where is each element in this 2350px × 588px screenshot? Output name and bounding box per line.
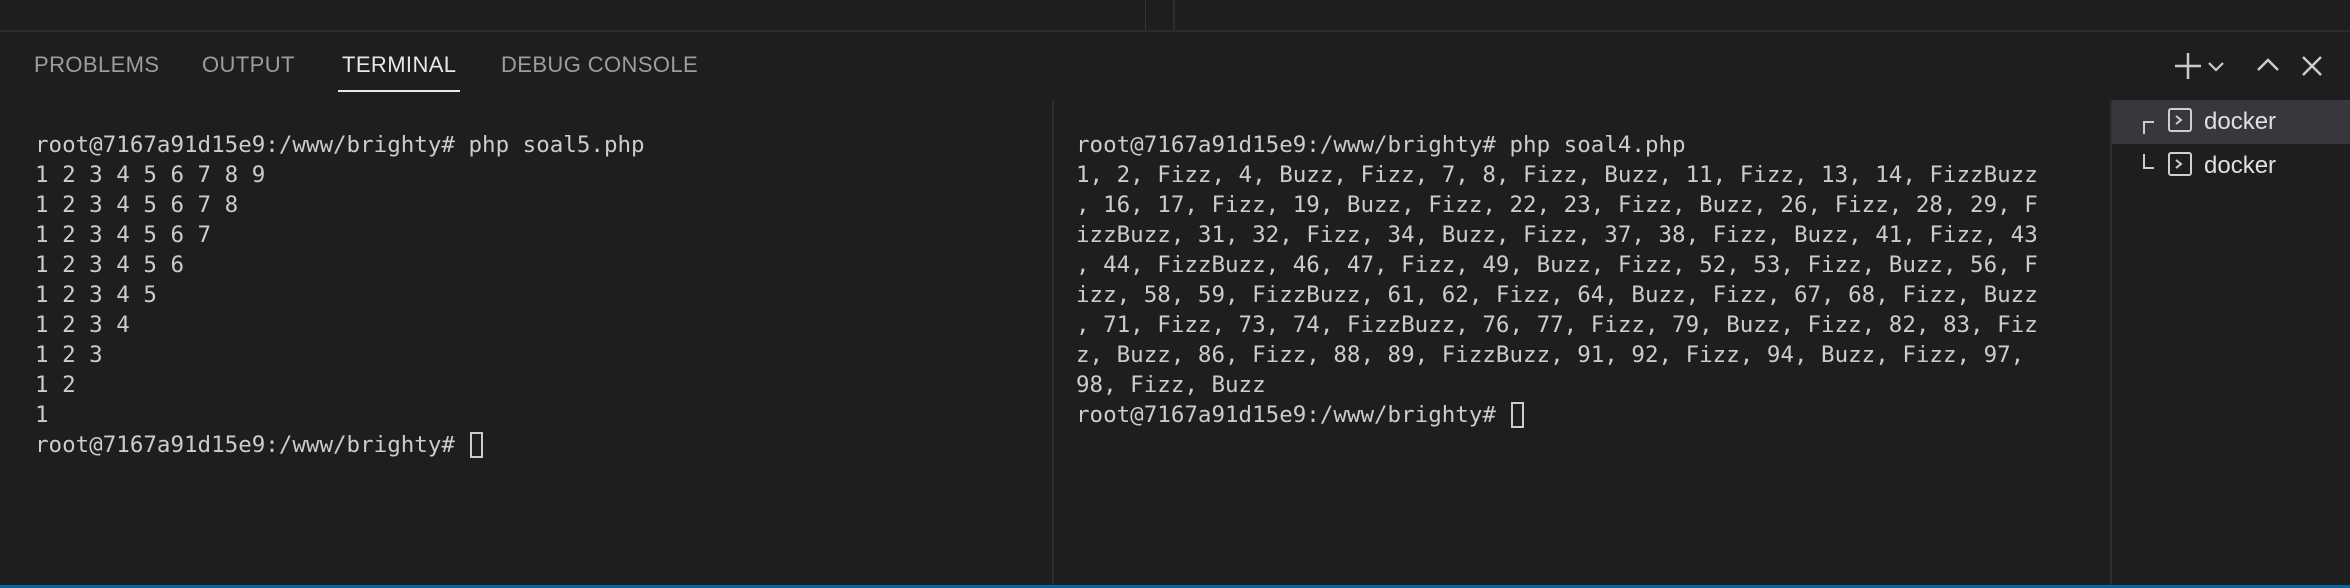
terminal-line: 1 2 3 bbox=[35, 342, 103, 368]
terminal-line: 98, Fizz, Buzz bbox=[1076, 372, 1266, 398]
terminal-prompt-line: root@7167a91d15e9:/www/brighty# bbox=[35, 430, 1035, 460]
terminal-prompt: root@7167a91d15e9:/www/brighty# bbox=[1076, 402, 1510, 428]
terminal-list-item-docker-2[interactable]: docker bbox=[2112, 144, 2350, 188]
terminal-icon bbox=[2168, 108, 2192, 132]
terminal-line: root@7167a91d15e9:/www/brighty# php soal… bbox=[35, 132, 645, 158]
editor-area-strip bbox=[0, 0, 2350, 32]
terminal-line: 1, 2, Fizz, 4, Buzz, Fizz, 7, 8, Fizz, B… bbox=[1076, 162, 2038, 188]
new-terminal-button[interactable] bbox=[2170, 48, 2206, 84]
terminal-line: 1 2 3 4 5 bbox=[35, 282, 157, 308]
terminal-line: 1 2 3 4 5 6 7 bbox=[35, 222, 212, 248]
chevron-up-icon bbox=[2257, 58, 2279, 71]
terminal-icon bbox=[2168, 152, 2192, 176]
terminal-line: izz, 58, 59, FizzBuzz, 61, 62, Fizz, 64,… bbox=[1076, 282, 2038, 308]
terminal-line: 1 2 3 4 bbox=[35, 312, 130, 338]
editor-divider bbox=[1145, 0, 1146, 30]
terminal-left[interactable]: root@7167a91d15e9:/www/brighty# php soal… bbox=[35, 130, 1035, 584]
terminal-dropdown-button[interactable] bbox=[2204, 48, 2228, 84]
terminal-split-divider[interactable] bbox=[1052, 100, 1054, 588]
terminal-line: , 71, Fizz, 73, 74, FizzBuzz, 76, 77, Fi… bbox=[1076, 312, 2038, 338]
close-icon bbox=[2302, 56, 2322, 76]
terminal-line: 1 2 3 4 5 6 bbox=[35, 252, 185, 278]
tree-top-connector-icon bbox=[2143, 121, 2154, 134]
terminal-list-item-docker-1[interactable]: docker bbox=[2112, 100, 2350, 144]
terminal-line: , 16, 17, Fizz, 19, Buzz, Fizz, 22, 23, … bbox=[1076, 192, 2038, 218]
terminal-line: 1 2 bbox=[35, 372, 76, 398]
terminal-line: 1 2 3 4 5 6 7 8 9 bbox=[35, 162, 266, 188]
terminal-prompt: root@7167a91d15e9:/www/brighty# bbox=[35, 432, 469, 458]
terminal-line: 1 bbox=[35, 402, 49, 428]
terminal-line: izzBuzz, 31, 32, Fizz, 34, Buzz, Fizz, 3… bbox=[1076, 222, 2038, 248]
tab-output[interactable]: OUTPUT bbox=[202, 54, 295, 100]
panel-tab-bar: PROBLEMS OUTPUT TERMINAL DEBUG CONSOLE bbox=[0, 32, 2350, 102]
terminal-list-label: docker bbox=[2204, 108, 2277, 135]
terminal-line: , 44, FizzBuzz, 46, 47, Fizz, 49, Buzz, … bbox=[1076, 252, 2038, 278]
editor-group-divider[interactable] bbox=[1173, 0, 1175, 30]
tab-debug-console[interactable]: DEBUG CONSOLE bbox=[501, 54, 698, 100]
terminal-list-label: docker bbox=[2204, 152, 2277, 179]
terminal-right[interactable]: root@7167a91d15e9:/www/brighty# php soal… bbox=[1076, 130, 2076, 584]
terminal-cursor bbox=[470, 432, 484, 458]
plus-icon bbox=[2175, 53, 2201, 79]
chevron-down-icon bbox=[2208, 62, 2224, 72]
tree-bottom-connector-icon bbox=[2143, 154, 2154, 169]
terminal-line: 1 2 3 4 5 6 7 8 bbox=[35, 192, 239, 218]
terminal-list: docker docker bbox=[2112, 100, 2350, 588]
maximize-panel-button[interactable] bbox=[2250, 48, 2286, 84]
close-panel-button[interactable] bbox=[2294, 48, 2330, 84]
terminal-line: root@7167a91d15e9:/www/brighty# php soal… bbox=[1076, 132, 1686, 158]
terminal-cursor bbox=[1511, 402, 1525, 428]
terminal-prompt-line: root@7167a91d15e9:/www/brighty# bbox=[1076, 400, 2076, 430]
tab-terminal[interactable]: TERMINAL bbox=[337, 54, 461, 100]
terminal-line: z, Buzz, 86, Fizz, 88, 89, FizzBuzz, 91,… bbox=[1076, 342, 2025, 368]
tab-problems[interactable]: PROBLEMS bbox=[34, 54, 159, 100]
